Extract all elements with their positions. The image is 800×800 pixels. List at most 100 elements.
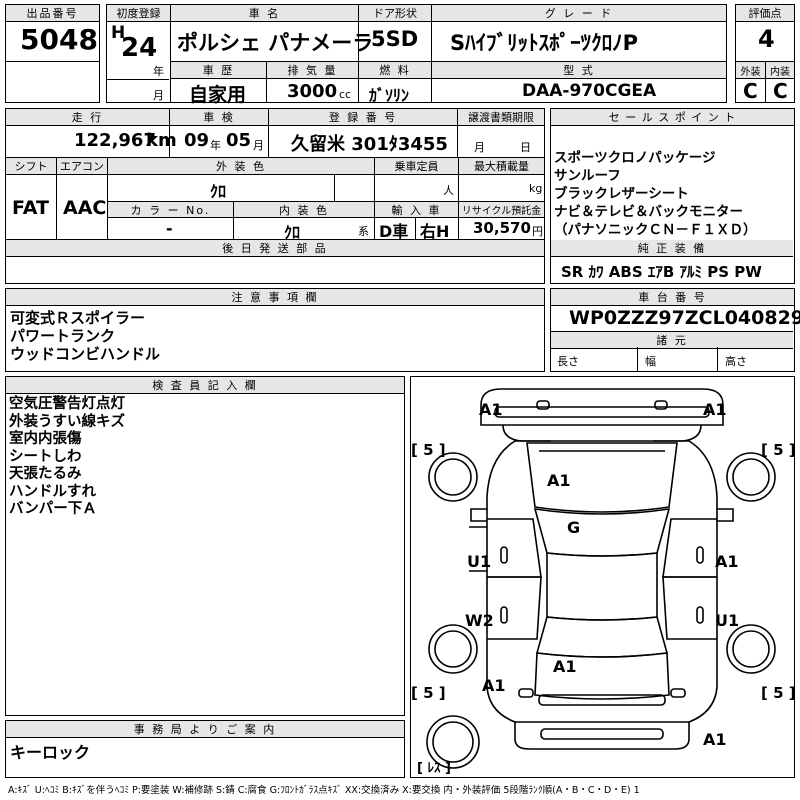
ac-cell: エアコン AAC xyxy=(56,157,108,240)
inspector-item: ハンドルすれ xyxy=(9,483,96,500)
int-color-cell: 内 装 色 ｸﾛ 系 xyxy=(233,201,375,242)
lot-cell: 出品番号 5048 xyxy=(5,4,100,62)
mark-front-left: A1 xyxy=(479,400,503,419)
inspector-item: バンパー下Ａ xyxy=(9,501,97,517)
insp-year-unit: 年 xyxy=(210,139,221,152)
ext-color-cell: 外 装 色 ｸﾛ xyxy=(107,157,375,202)
month-unit: 月 xyxy=(153,89,164,102)
insp-year: 09 xyxy=(184,130,210,151)
inspector-label: 検 査 員 記 入 欄 xyxy=(6,377,404,394)
note-item: ウッドコンビハンドル xyxy=(10,345,161,363)
mark-roof: G xyxy=(567,518,581,537)
score-label: 評価点 xyxy=(736,5,794,22)
mark-right-front-door: A1 xyxy=(715,552,739,571)
import-cell: 輸 入 車 D車 右H xyxy=(374,201,459,241)
int-grade: C xyxy=(773,79,788,103)
reg-no-label: 登 録 番 号 xyxy=(269,109,457,126)
first-reg-label: 初度登録 xyxy=(107,5,170,22)
recycle-cell: リサイクル預託金 30,570 円 xyxy=(458,201,545,240)
year-unit: 年 xyxy=(153,65,164,78)
shift-value: FAT xyxy=(12,197,49,219)
color-no-cell: カ ラ ー No. - xyxy=(107,201,234,240)
lot-number: 5048 xyxy=(20,23,98,56)
spare-tire: [ ﾚｽ ] xyxy=(417,761,451,776)
transfer-cell: 譲渡書類期限 月 日 xyxy=(457,108,545,158)
capacity-label: 乗車定員 xyxy=(375,158,458,175)
door-cell: ドア形状 5SD xyxy=(358,4,432,62)
history-value: 自家用 xyxy=(189,84,247,106)
later-parts-cell: 後 日 発 送 部 品 xyxy=(5,239,545,284)
int-color-label: 内 装 色 xyxy=(234,202,374,218)
sales-point-item: ナビ＆テレビ＆バックモニター xyxy=(554,204,743,220)
sales-points-box: セ ー ル ス ポ イ ン ト スポーツクロノパッケージ サンルーフ ブラックレ… xyxy=(550,108,795,284)
mark-hood: A1 xyxy=(547,471,571,490)
model-cell: 型 式 DAA-970CGEA xyxy=(431,61,727,103)
car-name: ポルシェ パナメーラ xyxy=(177,31,374,55)
transfer-label: 譲渡書類期限 xyxy=(458,109,544,126)
score-cell: 評価点 4 xyxy=(735,4,795,62)
door-type: 5SD xyxy=(371,27,419,51)
inspection-cell: 車 検 09 年 05 月 xyxy=(169,108,269,158)
tire-fr-value: 5 xyxy=(773,441,784,459)
mark-left-rear-door: W2 xyxy=(465,611,494,630)
later-parts-label: 後 日 発 送 部 品 xyxy=(6,240,544,257)
load-label: 最大積載量 xyxy=(459,158,544,175)
lot-label: 出品番号 xyxy=(6,5,99,22)
sales-point-item: ブラックレザーシート xyxy=(554,186,689,202)
history-label: 車 歴 xyxy=(171,62,266,79)
ext-color-value: ｸﾛ xyxy=(210,182,227,201)
insp-month-unit: 月 xyxy=(253,139,264,152)
shift-cell: シフト FAT xyxy=(5,157,57,240)
transfer-month: 月 xyxy=(474,141,485,154)
mileage-cell: 走 行 122,967 km xyxy=(5,108,177,158)
ext-grade: C xyxy=(743,79,758,103)
color-no-value: - xyxy=(166,219,173,238)
import-label: 輸 入 車 xyxy=(375,202,458,218)
inspector-item: 天張たるみ xyxy=(9,466,82,482)
inspector-item: シートしわ xyxy=(9,448,82,465)
sales-points-label: セ ー ル ス ポ イ ン ト xyxy=(551,109,794,126)
cc-unit: cc xyxy=(339,88,352,101)
tire-fl-value: 5 xyxy=(423,441,434,459)
mark-front-right: A1 xyxy=(703,400,727,419)
office-text: キーロック xyxy=(10,743,91,762)
int-label: 内装 xyxy=(766,62,794,79)
car-outline xyxy=(426,388,776,769)
inspection-label: 車 検 xyxy=(170,109,268,126)
mark-rear-left: A1 xyxy=(482,676,506,695)
dims-height: 高さ xyxy=(725,355,747,368)
notes-list: 可変式Ｒスポイラー パワートランク ウッドコンビハンドル xyxy=(6,306,544,363)
history-cell: 車 歴 自家用 xyxy=(170,61,267,106)
fuel-label: 燃 料 xyxy=(359,62,431,79)
inspector-item: 外装うすい線キズ xyxy=(9,413,125,430)
int-color-unit: 系 xyxy=(358,225,369,238)
tire-rear-right: [ 5 ] xyxy=(761,684,796,702)
grade-label: グ レ ー ド xyxy=(432,5,726,22)
first-reg-cell: 初度登録 H 24 年 月 xyxy=(106,4,171,103)
tire-rear-left: [ 5 ] xyxy=(411,684,446,702)
header-block: 出品番号 5048 初度登録 H 24 年 月 車 名 ポルシェ パナメーラ ド… xyxy=(5,4,795,106)
vin-value: WP0ZZZ97ZCL040829 xyxy=(569,307,800,329)
vin-label: 車 台 番 号 xyxy=(551,289,794,306)
first-reg-year: 24 xyxy=(121,33,158,63)
displacement-cell: 排 気 量 3000 cc xyxy=(266,61,359,103)
tire-front-right: [ 5 ] xyxy=(761,441,796,459)
lot-blank xyxy=(5,61,100,103)
score-value: 4 xyxy=(758,25,775,53)
dims-length: 長さ xyxy=(557,355,579,368)
recycle-value: 30,570 xyxy=(473,219,531,237)
note-item: パワートランク xyxy=(10,327,116,345)
reg-no-value: 久留米 301ﾀ3455 xyxy=(291,134,448,155)
ac-label: エアコン xyxy=(57,158,107,175)
spare-tire-value: ﾚｽ xyxy=(427,761,441,776)
equipment-items: SR ｶﾜ ABS ｴｱB ｱﾙﾐ PS PW xyxy=(561,263,762,281)
ac-value: AAC xyxy=(63,197,107,219)
grade-value: SﾊｲﾌﾞﾘｯﾄｽﾎﾟｰﾂｸﾛﾉP xyxy=(450,31,639,55)
inspector-item: 空気圧警告灯点灯 xyxy=(9,396,125,412)
mark-right-rear-door: U1 xyxy=(715,611,740,630)
tire-rr-value: 5 xyxy=(773,684,784,702)
inspector-item: 室内内張傷 xyxy=(9,431,82,447)
car-name-cell: 車 名 ポルシェ パナメーラ xyxy=(170,4,373,62)
capacity-unit: 人 xyxy=(443,184,454,197)
mileage-value: 122,967 xyxy=(74,130,156,151)
